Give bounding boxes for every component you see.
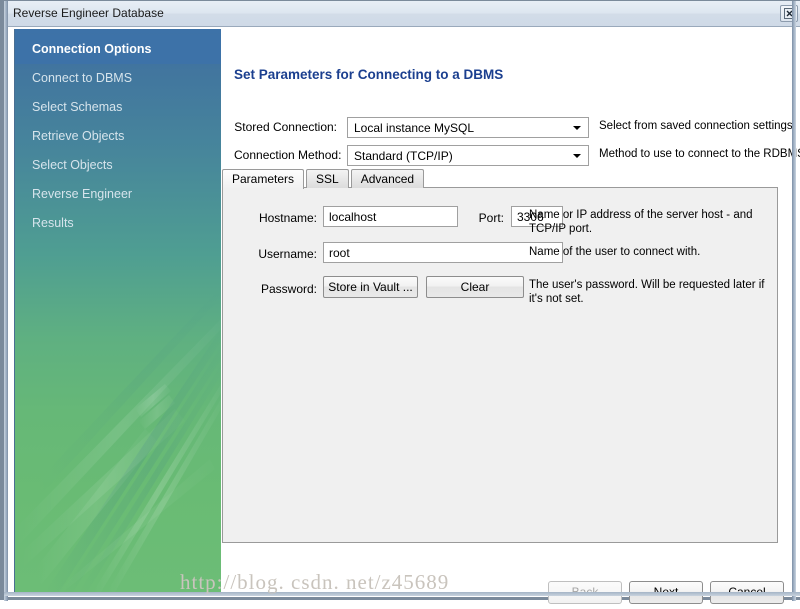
stored-connection-row: Stored Connection: Local instance MySQL …: [234, 117, 794, 139]
store-in-vault-button[interactable]: Store in Vault ...: [323, 276, 418, 298]
sidebar-item-label: Select Schemas: [32, 100, 123, 114]
sidebar-item-label: Results: [32, 216, 74, 230]
tab-label: SSL: [316, 172, 339, 186]
stored-connection-value: Local instance MySQL: [354, 121, 475, 135]
tab-bar: Parameters SSL Advanced: [222, 169, 426, 189]
password-label: Password:: [260, 282, 317, 296]
tab-label: Parameters: [232, 172, 295, 186]
tab-advanced[interactable]: Advanced: [350, 169, 425, 188]
main-panel: Set Parameters for Connecting to a DBMS …: [220, 27, 800, 604]
stored-connection-label: Stored Connection:: [234, 120, 337, 134]
username-label: Username:: [258, 247, 317, 261]
username-input[interactable]: [323, 242, 563, 263]
sidebar-item-connection-options[interactable]: Connection Options: [15, 35, 221, 64]
hostname-help-text: Name or IP address of the server host - …: [529, 209, 753, 235]
hostname-input[interactable]: [323, 206, 458, 227]
tab-ssl[interactable]: SSL: [306, 169, 349, 188]
window-frame-right: [792, 1, 796, 601]
sidebar-item-select-objects[interactable]: Select Objects: [15, 151, 221, 180]
tab-label: Advanced: [360, 172, 415, 186]
connection-method-value: Standard (TCP/IP): [354, 149, 453, 163]
window-frame-left: [4, 1, 8, 601]
stored-connection-help: Select from saved connection settings: [599, 120, 793, 132]
sidebar-item-label: Retrieve Objects: [32, 129, 125, 143]
sidebar-item-retrieve-objects[interactable]: Retrieve Objects: [15, 122, 221, 151]
clear-password-button[interactable]: Clear: [426, 276, 524, 298]
chevron-down-icon: [573, 154, 581, 158]
tab-parameters[interactable]: Parameters: [222, 169, 305, 189]
connection-method-select[interactable]: Standard (TCP/IP): [347, 145, 589, 166]
window-frame-bottom: [4, 592, 800, 596]
password-help-text: The user's password. Will be requested l…: [529, 279, 765, 305]
wizard-step-sidebar: Connection Options Connect to DBMS Selec…: [14, 29, 221, 592]
sidebar-item-reverse-engineer[interactable]: Reverse Engineer: [15, 180, 221, 209]
window-title: Reverse Engineer Database: [13, 6, 164, 20]
sidebar-item-label: Reverse Engineer: [32, 187, 133, 201]
page-title: Set Parameters for Connecting to a DBMS: [234, 67, 504, 82]
application-window: Reverse Engineer Database Connection Opt…: [0, 0, 800, 604]
parameters-tab-panel: Hostname: Port: Name or IP address of th…: [222, 187, 778, 543]
sidebar-item-label: Connection Options: [32, 42, 152, 56]
sidebar-item-select-schemas[interactable]: Select Schemas: [15, 93, 221, 122]
sidebar-item-label: Select Objects: [32, 158, 113, 172]
sidebar-item-label: Connect to DBMS: [32, 71, 133, 85]
chevron-down-icon: [573, 126, 581, 130]
stored-connection-select[interactable]: Local instance MySQL: [347, 117, 589, 138]
window-body: Connection Options Connect to DBMS Selec…: [8, 27, 800, 604]
port-label: Port:: [478, 211, 504, 225]
sidebar-item-connect-to-dbms[interactable]: Connect to DBMS: [15, 64, 221, 93]
connection-method-help: Method to use to connect to the RDBMS: [599, 148, 800, 160]
connection-method-row: Connection Method: Standard (TCP/IP) Met…: [234, 145, 800, 167]
title-bar: Reverse Engineer Database: [4, 1, 800, 27]
sidebar-item-list: Connection Options Connect to DBMS Selec…: [15, 35, 221, 238]
hostname-label: Hostname:: [258, 211, 317, 225]
connection-method-label: Connection Method:: [234, 148, 342, 162]
username-help-text: Name of the user to connect with.: [529, 246, 701, 258]
sidebar-item-results[interactable]: Results: [15, 209, 221, 238]
